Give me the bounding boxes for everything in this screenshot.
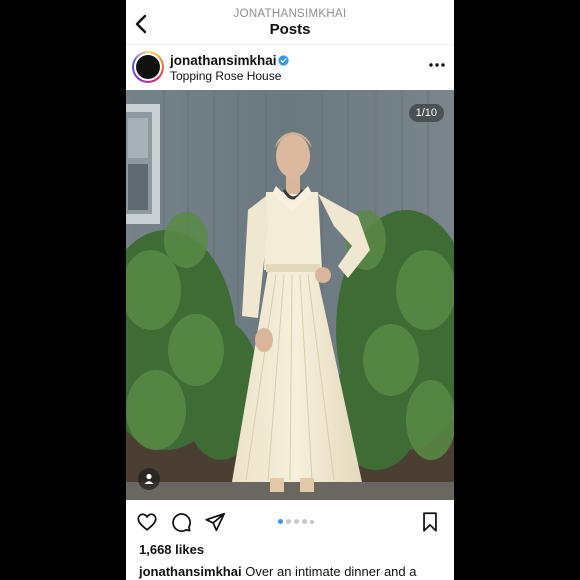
post-location[interactable]: Topping Rose House [170, 69, 281, 83]
bookmark-icon[interactable] [419, 511, 441, 533]
comment-icon[interactable] [170, 511, 192, 533]
heart-icon[interactable] [136, 511, 158, 533]
post-photo[interactable]: 1/10 [126, 90, 454, 500]
page-title: Posts [269, 21, 311, 38]
carousel-dot [302, 519, 307, 524]
caption-username[interactable]: jonathansimkhai [139, 564, 242, 579]
person-tag-icon [144, 473, 154, 484]
instagram-post-screen: JONATHANSIMKHAI Posts jonathansimkhai To… [126, 0, 454, 580]
top-navigation-bar: JONATHANSIMKHAI Posts [126, 0, 454, 44]
send-icon[interactable] [204, 511, 226, 533]
carousel-dot [278, 519, 283, 524]
photo-illustration [126, 90, 454, 500]
carousel-dot [310, 520, 314, 524]
account-name-subtitle: JONATHANSIMKHAI [233, 8, 347, 20]
header-divider [126, 44, 454, 45]
more-horizontal-icon[interactable] [426, 58, 448, 72]
carousel-dot [286, 519, 291, 524]
verified-badge-icon [278, 55, 289, 66]
post-username[interactable]: jonathansimkhai [170, 53, 277, 68]
tagged-people-button[interactable] [138, 468, 160, 490]
avatar[interactable] [132, 51, 164, 83]
post-caption: jonathansimkhai Over an intimate dinner … [139, 564, 454, 579]
carousel-dot [294, 519, 299, 524]
carousel-counter: 1/10 [408, 104, 444, 122]
likes-count[interactable]: 1,668 likes [139, 542, 204, 557]
caption-text: Over an intimate dinner and a [245, 564, 417, 579]
avatar-image [136, 55, 160, 79]
